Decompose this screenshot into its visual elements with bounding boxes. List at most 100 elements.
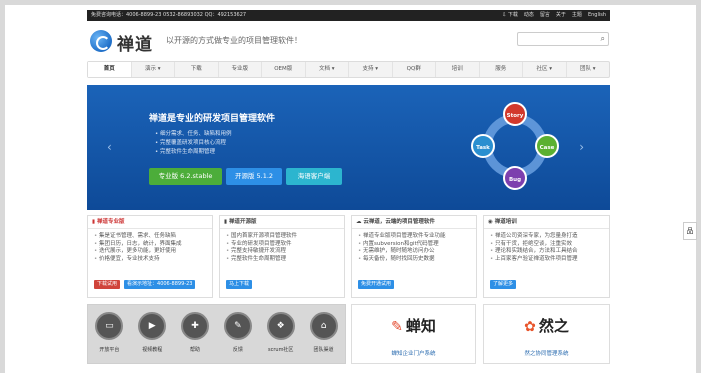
panel-actions: 免费开通试用 [358, 280, 395, 289]
edit-icon: ✎ [223, 312, 252, 340]
list-item: 完整支持敏捷开发流程 [226, 248, 340, 256]
tool-label: 反馈 [232, 347, 243, 353]
top-link-english[interactable]: English [588, 10, 606, 21]
panel-list: 禅道公司资深专家，为您量身打造 只有干货，拒绝空谈，注重实效 理论和实践结合，方… [484, 229, 609, 263]
list-item: 完整软件生命周期管理 [226, 256, 340, 264]
panel-list: 集是证书管理、需求、任务缺陷 集团日历，日志，统计，界面集成 迭代展示，更多功能… [88, 229, 212, 263]
product-chanzhi[interactable]: ✎ 蝉知 蝉知企业门户系统 [351, 304, 476, 364]
nav-support[interactable]: 支持 ▾ [349, 62, 393, 77]
bug-node: Bug [503, 166, 527, 190]
product-caption[interactable]: 蝉知企业门户系统 [352, 349, 475, 357]
list-item: 每天备份，随时找回历史数据 [358, 256, 472, 264]
product-name: 然之 [538, 317, 569, 335]
task-node: Task [471, 134, 495, 158]
banner-feature: 完整软件生命周期管理 [155, 148, 232, 157]
chanzhi-logo-icon: ✎ [391, 318, 403, 335]
monitor-icon: ▭ [95, 312, 124, 340]
top-link-download[interactable]: ⇩ 下载 [502, 10, 518, 21]
panel-cloud: ☁ 云禅道，云端的项目管理软件 禅道专业版项目管理软件专业功能 内置subver… [351, 215, 477, 298]
product-caption[interactable]: 然之协同管理系统 [484, 349, 609, 357]
tool-label: 视频教程 [142, 347, 163, 353]
download-now-button[interactable]: 马上下载 [226, 280, 253, 289]
banner-next-icon[interactable]: › [579, 140, 584, 154]
tool-label: 团队渠道 [313, 347, 334, 353]
tool-team[interactable]: ⌂ 团队渠道 [305, 312, 343, 363]
case-node: Case [535, 134, 559, 158]
list-item: 禅道专业版项目管理软件专业功能 [358, 233, 472, 241]
workflow-wheel: Story Case Bug Task [469, 100, 561, 192]
nav-demo[interactable]: 演示 ▾ [132, 62, 175, 77]
panel-title: ☁ 云禅道，云端的项目管理软件 [352, 216, 476, 229]
panel-list: 禅道专业版项目管理软件专业功能 内置subversion和git代码管理 无需维… [352, 229, 476, 263]
panel-actions: 马上下载 [226, 280, 253, 289]
list-item: 禅道公司资深专家，为您量身打造 [490, 233, 605, 241]
ranzhi-logo-icon: ✿ [524, 318, 536, 335]
search-icon[interactable]: ⌕ [601, 34, 605, 44]
panel-list: 国内首家开源项目管理软件 专业的研发项目管理软件 完整支持敏捷开发流程 完整软件… [220, 229, 344, 263]
list-item: 价格便宜，专业技术支持 [94, 256, 208, 264]
logo-text[interactable]: 禅道 [117, 30, 153, 55]
tool-strip: ▭ 开放平台 ▶ 视频教程 ✚ 帮助 ✎ 反馈 ❖ scrum社区 ⌂ 团队渠道 [87, 304, 346, 364]
tool-help[interactable]: ✚ 帮助 [176, 312, 214, 363]
nav-oem[interactable]: OEM版 [262, 62, 306, 77]
site-header: 禅道 以开源的方式做专业的项目管理软件！ ⌕ [87, 27, 610, 55]
panel-actions: 了解更多 [490, 280, 517, 289]
banner-features: 细分需求、任务、缺陷和用例 完整覆盖研发项目核心流程 完整软件生命周期管理 [155, 130, 232, 157]
tool-label: 帮助 [190, 347, 201, 353]
banner-feature: 完整覆盖研发项目核心流程 [155, 139, 232, 148]
tool-feedback[interactable]: ✎ 反馈 [219, 312, 257, 363]
panel-pro: ▮ 禅道专业版 集是证书管理、需求、任务缺陷 集团日历，日志，统计，界面集成 迭… [87, 215, 213, 298]
top-link-theme[interactable]: 主题 [572, 10, 582, 21]
panel-title: ▮ 禅道开源版 [220, 216, 344, 229]
tool-scrum[interactable]: ❖ scrum社区 [262, 312, 300, 363]
search-input[interactable]: ⌕ [517, 32, 609, 46]
banner-feature: 细分需求、任务、缺陷和用例 [155, 130, 232, 139]
community-icon: ❖ [266, 312, 295, 340]
top-link-news[interactable]: 动态 [524, 10, 534, 21]
tool-label: scrum社区 [267, 347, 294, 353]
tool-video[interactable]: ▶ 视频教程 [133, 312, 171, 363]
side-float-button[interactable]: 品 [683, 222, 697, 240]
video-icon: ▶ [138, 312, 167, 340]
product-ranzhi[interactable]: ✿ 然之 然之协同管理系统 [483, 304, 610, 364]
banner-title: 禅道是专业的研发项目管理软件 [149, 114, 276, 124]
top-link-about[interactable]: 关于 [556, 10, 566, 21]
top-link-message[interactable]: 留言 [540, 10, 550, 21]
panel-training: ◉ 禅道培训 禅道公司资深专家，为您量身打造 只有干货，拒绝空谈，注重实效 理论… [483, 215, 610, 298]
list-item: 集是证书管理、需求、任务缺陷 [94, 233, 208, 241]
story-node: Story [503, 102, 527, 126]
logo-icon[interactable] [90, 30, 112, 52]
main-nav: 首页 演示 ▾ 下载 专业版 OEM版 文档 ▾ 支持 ▾ QQ群 培训 服务 … [87, 61, 610, 78]
product-name-wrap: ✎ 蝉知 [352, 315, 475, 336]
learn-more-button[interactable]: 了解更多 [490, 280, 517, 289]
open-version-button[interactable]: 开源版 5.1.2 [226, 168, 282, 185]
nav-qq[interactable]: QQ群 [393, 62, 436, 77]
product-name-wrap: ✿ 然之 [484, 315, 609, 336]
banner-prev-icon[interactable]: ‹ [107, 140, 112, 154]
panel-title: ◉ 禅道培训 [484, 216, 609, 229]
nav-training[interactable]: 培训 [436, 62, 480, 77]
tool-label: 开放平台 [99, 347, 120, 353]
nav-home[interactable]: 首页 [88, 62, 132, 77]
pro-version-button[interactable]: 专业版 6.2.stable [149, 168, 222, 185]
demo-link[interactable]: 看演示地址：4006-8899-23 [124, 280, 196, 289]
nav-docs[interactable]: 文档 ▾ [306, 62, 349, 77]
tool-open-platform[interactable]: ▭ 开放平台 [90, 312, 128, 363]
nav-community[interactable]: 社区 ▾ [523, 62, 567, 77]
home-icon: ⌂ [309, 312, 338, 340]
list-item: 上百家客户验证禅道软件项目管理 [490, 256, 605, 264]
hotline-text: 免费咨询电话：4006-8899-23 0532-86893032 QQ：492… [91, 12, 247, 18]
product-name: 蝉知 [405, 317, 436, 335]
list-item: 迭代展示，更多功能，更好使用 [94, 248, 208, 256]
free-trial-button[interactable]: 免费开通试用 [358, 280, 395, 289]
client-button[interactable]: 海语客户端 [286, 168, 342, 185]
nav-service[interactable]: 服务 [480, 62, 523, 77]
list-item: 国内首家开源项目管理软件 [226, 233, 340, 241]
list-item: 无需维护，随时随地访问办公 [358, 248, 472, 256]
try-pro-button[interactable]: 下载试用 [94, 280, 121, 289]
hero-banner: ‹ › 禅道是专业的研发项目管理软件 细分需求、任务、缺陷和用例 完整覆盖研发项… [87, 85, 610, 210]
nav-pro[interactable]: 专业版 [219, 62, 262, 77]
nav-team[interactable]: 团队 ▾ [567, 62, 610, 77]
panel-title: ▮ 禅道专业版 [88, 216, 212, 229]
nav-download[interactable]: 下载 [175, 62, 219, 77]
